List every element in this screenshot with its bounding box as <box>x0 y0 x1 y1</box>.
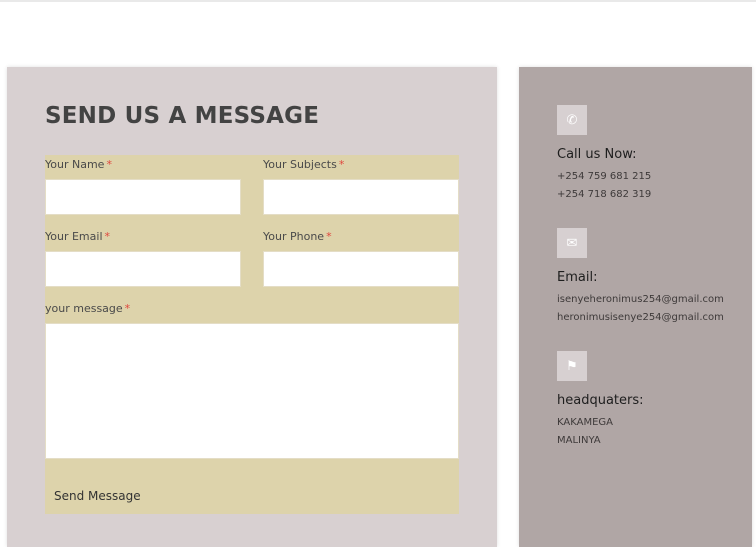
hq-heading: headquaters: <box>557 393 644 408</box>
phone-number: +254 718 682 319 <box>557 189 652 200</box>
required-mark: * <box>106 158 112 171</box>
message-textarea[interactable] <box>45 323 459 459</box>
subjects-input[interactable] <box>263 179 459 215</box>
call-info: ✆ Call us Now: +254 759 681 215 +254 718… <box>557 105 651 204</box>
message-label: your message * <box>45 302 131 315</box>
contact-form-panel: SEND US A MESSAGE Your Name * Your Subjec… <box>7 67 497 547</box>
call-heading: Call us Now: <box>557 147 637 162</box>
email-input[interactable] <box>45 251 241 287</box>
top-divider <box>0 0 756 2</box>
contact-form: Your Name * Your Subjects * Your Email * Yo… <box>45 155 459 514</box>
form-title: SEND US A MESSAGE <box>45 103 320 129</box>
contact-info-panel: ✆ Call us Now: +254 759 681 215 +254 718… <box>519 67 752 547</box>
name-input[interactable] <box>45 179 241 215</box>
email-address: isenyeheronimus254@gmail.com <box>557 294 724 305</box>
subjects-label: Your Subjects * <box>263 158 345 171</box>
required-mark: * <box>104 230 111 243</box>
email-info: ✉ Email: isenyeheronimus254@gmail.com he… <box>557 228 724 327</box>
hq-line: MALINYA <box>557 435 601 446</box>
phone-input[interactable] <box>263 251 459 287</box>
phone-icon: ✆ <box>557 105 587 135</box>
location-icon: ⚑ <box>557 351 587 381</box>
email-heading: Email: <box>557 270 598 285</box>
name-label: Your Name * <box>45 158 112 171</box>
email-label: Your Email * <box>45 230 110 243</box>
hq-line: KAKAMEGA <box>557 417 613 428</box>
phone-label: Your Phone * <box>263 230 332 243</box>
email-address: heronimusisenye254@gmail.com <box>557 312 724 323</box>
hq-info: ⚑ headquaters: KAKAMEGA MALINYA <box>557 351 644 450</box>
required-mark: * <box>326 230 332 243</box>
phone-number: +254 759 681 215 <box>557 171 652 182</box>
email-icon: ✉ <box>557 228 587 258</box>
required-mark: * <box>124 302 131 315</box>
required-mark: * <box>338 158 345 171</box>
send-message-button[interactable]: Send Message <box>45 478 459 514</box>
